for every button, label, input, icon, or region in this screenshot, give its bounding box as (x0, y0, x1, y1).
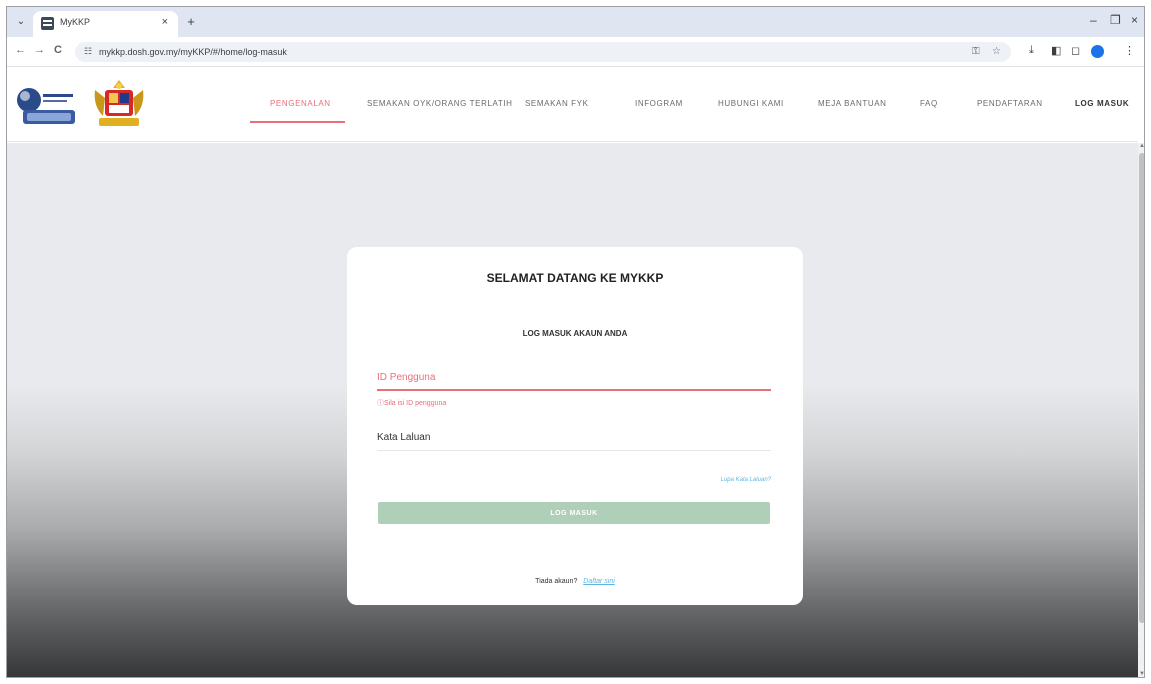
back-icon[interactable]: ← (15, 44, 26, 56)
restore-icon[interactable]: ❐ (1110, 13, 1121, 27)
login-title: SELAMAT DATANG KE MYKKP (486, 271, 664, 285)
nav-active-indicator (250, 121, 345, 123)
login-card: SELAMAT DATANG KE MYKKP LOG MASUK AKAUN … (347, 247, 803, 605)
extension-icon[interactable]: ◻ (1071, 44, 1080, 57)
omnibox[interactable]: ☷ mykkp.dosh.gov.my/myKKP/#/home/log-mas… (75, 42, 1011, 62)
no-account-text: Tiada akaun? (535, 578, 578, 585)
page-scrollbar[interactable]: ▲ ▼ (1138, 143, 1144, 677)
menu-kebab-icon[interactable]: ⋮ (1124, 44, 1135, 57)
password-input[interactable] (377, 425, 771, 451)
nav-pendaftaran[interactable]: PENDAFTARAN (977, 99, 1043, 108)
new-tab-icon[interactable]: + (182, 13, 200, 31)
nav-pengenalan[interactable]: PENGENALAN (270, 99, 331, 108)
tab-bar: ⌄ MyKKP × + – ❐ × (7, 7, 1144, 37)
forgot-password-link[interactable]: Lupa Kata Laluan? (721, 477, 771, 483)
bookmark-star-icon[interactable]: ☆ (992, 46, 1001, 57)
nav-infogram[interactable]: INFOGRAM (635, 99, 683, 108)
forward-icon[interactable]: → (34, 44, 45, 56)
password-key-icon[interactable]: ⚿ (972, 46, 980, 57)
reload-icon[interactable]: C (54, 44, 62, 56)
window-close-icon[interactable]: × (1131, 13, 1138, 27)
site-header: PENGENALAN SEMAKAN OYK/ORANG TERLATIH SE… (7, 68, 1138, 142)
tab-close-icon[interactable]: × (162, 16, 168, 28)
nav-semakan-fyk[interactable]: SEMAKAN FYK (525, 99, 589, 108)
download-icon[interactable]: ⤓ (1029, 44, 1034, 57)
user-id-input[interactable] (377, 365, 771, 391)
nav-log-masuk[interactable]: LOG MASUK (1075, 99, 1129, 108)
profile-avatar-icon[interactable] (1091, 45, 1104, 58)
site-info-icon[interactable]: ☷ (84, 46, 92, 57)
signup-row: Tiada akaun? Daftar sini (347, 578, 803, 585)
login-button[interactable]: LOG MASUK (378, 502, 770, 524)
user-id-error: ⓘSila isi ID pengguna (377, 400, 447, 407)
mykkp-logo-icon[interactable] (15, 82, 83, 128)
nav-semakan-oyk[interactable]: SEMAKAN OYK/ORANG TERLATIH (367, 99, 513, 108)
browser-window: ⌄ MyKKP × + – ❐ × ← → C ☷ mykkp.dosh.gov… (6, 6, 1145, 678)
tab-title: MyKKP (60, 17, 91, 27)
login-subtitle: LOG MASUK AKAUN ANDA (522, 329, 628, 338)
nav-faq[interactable]: FAQ (920, 99, 938, 108)
signup-link[interactable]: Daftar sini (583, 578, 615, 585)
tab-favicon-icon (41, 17, 54, 30)
sidepanel-icon[interactable]: ◧ (1051, 44, 1061, 57)
tab-list-icon[interactable]: ⌄ (13, 14, 29, 30)
scroll-up-icon[interactable]: ▲ (1138, 143, 1144, 151)
malaysia-crest-icon (94, 80, 144, 126)
nav-meja-bantuan[interactable]: MEJA BANTUAN (818, 99, 887, 108)
page-background: SELAMAT DATANG KE MYKKP LOG MASUK AKAUN … (7, 143, 1138, 677)
url-text: mykkp.dosh.gov.my/myKKP/#/home/log-masuk (99, 47, 287, 57)
minimize-icon[interactable]: – (1090, 13, 1097, 27)
scroll-down-icon[interactable]: ▼ (1138, 671, 1144, 677)
nav-hubungi-kami[interactable]: HUBUNGI KAMI (718, 99, 784, 108)
browser-tab[interactable]: MyKKP × (33, 11, 178, 37)
scrollbar-thumb[interactable] (1139, 153, 1144, 623)
address-bar: ← → C ☷ mykkp.dosh.gov.my/myKKP/#/home/l… (7, 37, 1144, 67)
